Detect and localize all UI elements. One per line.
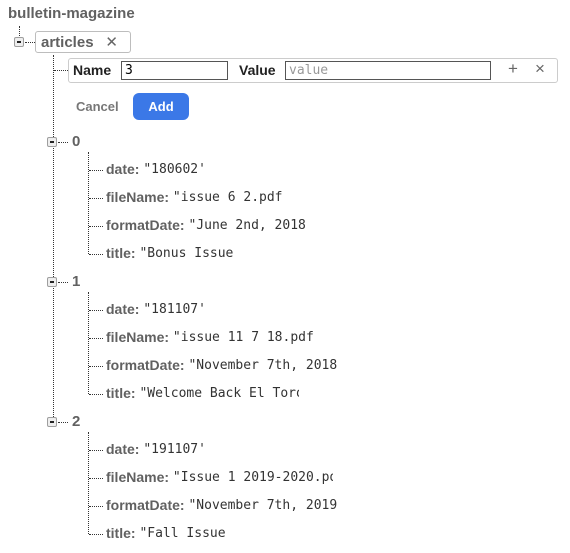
collapse-node-icon[interactable]: [47, 277, 57, 287]
field-value[interactable]: "June 2nd, 2018: [188, 218, 305, 233]
field-key: formatDate:: [106, 217, 185, 233]
field-value[interactable]: "191107': [143, 442, 206, 457]
name-label: Name: [73, 62, 112, 78]
tree-line: [89, 254, 103, 255]
field-value[interactable]: "180602': [143, 162, 206, 177]
name-input[interactable]: [121, 61, 228, 80]
root-node[interactable]: bulletin-magazine: [8, 5, 135, 22]
field-value[interactable]: "issue 11 7 18.pdf: [173, 330, 314, 345]
tree-line: [89, 226, 103, 227]
field-key: formatDate:: [106, 497, 185, 513]
field-key: title:: [106, 245, 136, 261]
field-value[interactable]: "181107': [143, 302, 206, 317]
articles-key[interactable]: articles: [41, 34, 94, 51]
field-row[interactable]: title: "Welcome Back El Toro!: [106, 385, 299, 401]
close-icon[interactable]: ×: [535, 59, 545, 79]
field-row[interactable]: fileName: "issue 11 7 18.pdf: [106, 329, 314, 345]
tree-line: [53, 55, 54, 427]
tree-line: [89, 534, 103, 535]
field-key: date:: [106, 301, 140, 317]
field-value[interactable]: "Bonus Issue: [139, 246, 233, 261]
tree-line: [88, 292, 89, 394]
collapse-node-icon[interactable]: [47, 417, 57, 427]
field-value[interactable]: "November 7th, 2018: [188, 358, 337, 373]
field-key: fileName:: [106, 469, 170, 485]
field-value[interactable]: "Issue 1 2019-2020.pd: [173, 470, 333, 485]
tree-line: [88, 432, 89, 534]
tree-line: [58, 282, 68, 283]
value-label: Value: [239, 62, 276, 78]
tree-line: [89, 170, 103, 171]
field-key: title:: [106, 525, 136, 541]
tree-line: [89, 338, 103, 339]
field-value[interactable]: "Fall Issue: [139, 526, 225, 541]
tree-line: [89, 198, 103, 199]
field-key: fileName:: [106, 189, 170, 205]
field-key: date:: [106, 161, 140, 177]
tree-line: [89, 450, 103, 451]
field-value[interactable]: "issue 6 2.pdf: [173, 190, 283, 205]
node-key[interactable]: 1: [72, 273, 80, 290]
field-key: title:: [106, 385, 136, 401]
tree-line: [25, 42, 35, 43]
field-row[interactable]: title: "Fall Issue: [106, 525, 226, 541]
add-button[interactable]: Add: [133, 93, 189, 120]
articles-node[interactable]: articles ✕: [35, 31, 131, 53]
value-input[interactable]: [285, 61, 491, 80]
field-row[interactable]: fileName: "Issue 1 2019-2020.pd: [106, 469, 333, 485]
field-row[interactable]: date: "191107': [106, 441, 206, 457]
field-key: date:: [106, 441, 140, 457]
cancel-button[interactable]: Cancel: [76, 99, 119, 114]
tree-line: [89, 394, 103, 395]
tree-line: [58, 142, 68, 143]
field-key: formatDate:: [106, 357, 185, 373]
collapse-node-icon[interactable]: [47, 137, 57, 147]
tree-line: [19, 26, 20, 36]
field-row[interactable]: date: "180602': [106, 161, 206, 177]
plus-icon[interactable]: +: [508, 59, 518, 79]
field-row[interactable]: formatDate: "June 2nd, 2018: [106, 217, 306, 233]
field-key: fileName:: [106, 329, 170, 345]
tree-line: [58, 422, 68, 423]
field-value[interactable]: "November 7th, 2019: [188, 498, 337, 513]
tree-line: [89, 478, 103, 479]
tree-line: [89, 310, 103, 311]
field-row[interactable]: fileName: "issue 6 2.pdf: [106, 189, 283, 205]
tree-line: [88, 152, 89, 254]
field-row[interactable]: date: "181107': [106, 301, 206, 317]
field-value[interactable]: "Welcome Back El Toro!: [139, 386, 299, 401]
tree-line: [54, 70, 68, 71]
collapse-articles-icon[interactable]: [14, 37, 24, 47]
field-row[interactable]: title: "Bonus Issue: [106, 245, 233, 261]
tree-line: [89, 506, 103, 507]
field-row[interactable]: formatDate: "November 7th, 2018: [106, 357, 337, 373]
close-icon[interactable]: ✕: [105, 33, 118, 51]
tree-line: [89, 366, 103, 367]
node-key[interactable]: 0: [72, 133, 80, 150]
field-row[interactable]: formatDate: "November 7th, 2019: [106, 497, 337, 513]
add-child-form: Name Value + ×: [68, 58, 558, 83]
node-key[interactable]: 2: [72, 413, 80, 430]
